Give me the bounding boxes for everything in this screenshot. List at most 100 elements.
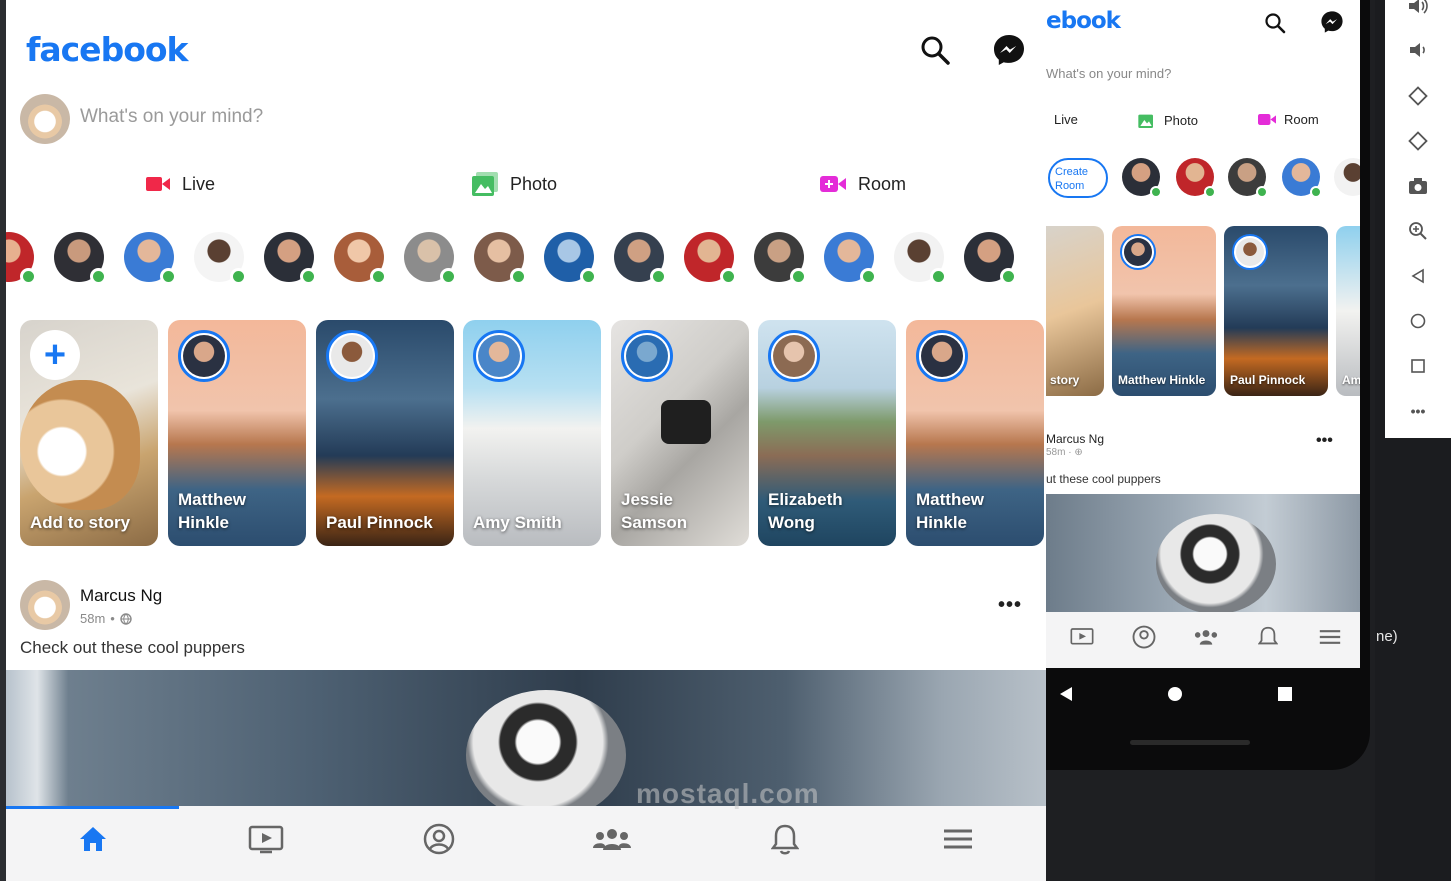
story-name: Add to story — [30, 513, 131, 532]
story-card[interactable]: Matthew Hinkle — [1112, 226, 1216, 396]
story-card[interactable]: Jessie Samson — [611, 320, 749, 546]
room-button[interactable]: Room — [820, 164, 906, 204]
online-friend-avatar[interactable] — [474, 232, 527, 285]
story-name: Matthew Hinkle — [178, 490, 246, 532]
tab-menu[interactable] — [871, 809, 1044, 869]
back-button[interactable] — [1404, 262, 1432, 290]
online-indicator — [1000, 268, 1017, 285]
messenger-icon[interactable] — [1320, 10, 1344, 34]
app-header: facebook — [6, 0, 1046, 94]
story-card[interactable]: Paul Pinnock — [316, 320, 454, 546]
online-friend-avatar[interactable] — [684, 232, 737, 285]
android-home-button[interactable] — [1161, 680, 1189, 708]
volume-up-button[interactable] — [1404, 0, 1432, 20]
online-friend-avatar[interactable] — [754, 232, 807, 285]
watch-icon — [248, 825, 283, 854]
home-button[interactable] — [1404, 307, 1432, 335]
online-friend-avatar[interactable] — [124, 232, 177, 285]
author-avatar[interactable] — [20, 580, 70, 630]
photo-button[interactable]: Photo — [1138, 112, 1198, 128]
online-friend-avatar[interactable] — [1228, 158, 1268, 198]
user-avatar[interactable] — [20, 94, 70, 144]
tab-home[interactable] — [6, 809, 179, 869]
online-friend-avatar[interactable] — [1122, 158, 1162, 198]
online-friend-avatar[interactable] — [264, 232, 317, 285]
story-add[interactable]: + Add to story — [20, 320, 158, 546]
online-indicator — [580, 268, 597, 285]
create-room-button[interactable]: Create Room — [1048, 158, 1108, 198]
online-friend-avatar[interactable] — [404, 232, 457, 285]
screenshot-button[interactable] — [1404, 172, 1432, 200]
back-triangle-icon — [1060, 687, 1072, 701]
add-story-plus-icon[interactable]: + — [30, 330, 80, 380]
zoom-button[interactable] — [1404, 217, 1432, 245]
room-label: Room — [1284, 112, 1319, 127]
composer-input[interactable]: What's on your mind? — [1046, 66, 1171, 81]
online-friend-avatar[interactable] — [1176, 158, 1216, 198]
android-back-button[interactable] — [1052, 680, 1080, 708]
android-recents-button[interactable] — [1271, 680, 1299, 708]
post-text: ut these cool puppers — [1046, 472, 1161, 486]
online-friend-avatar[interactable] — [614, 232, 667, 285]
tab-watch[interactable] — [179, 809, 352, 869]
puppy-photo — [466, 690, 626, 806]
story-card[interactable]: Amy Smith — [463, 320, 601, 546]
tab-notifications[interactable] — [698, 809, 871, 869]
tab-profile[interactable] — [1124, 622, 1164, 652]
online-friend-avatar[interactable] — [6, 232, 37, 285]
online-friend-avatar[interactable] — [1282, 158, 1322, 198]
phone-emulator: ebook What's on your mind? Live Photo Ro… — [1046, 0, 1370, 770]
rotate-right-button[interactable] — [1404, 127, 1432, 155]
volume-down-button[interactable] — [1404, 36, 1432, 64]
story-avatar — [1120, 234, 1156, 270]
more-options-icon[interactable]: ••• — [1316, 432, 1333, 450]
rotate-left-button[interactable] — [1404, 82, 1432, 110]
story-card[interactable]: Matthew Hinkle — [168, 320, 306, 546]
story-card[interactable]: story — [1046, 226, 1104, 396]
tab-watch[interactable] — [1062, 622, 1102, 652]
post-photo[interactable] — [1046, 494, 1360, 612]
photo-label: Photo — [1164, 112, 1198, 128]
story-name: Paul Pinnock — [1230, 373, 1306, 387]
tab-menu[interactable] — [1310, 622, 1350, 652]
online-friend-avatar[interactable] — [824, 232, 877, 285]
story-card[interactable]: Matthew Hinkle — [906, 320, 1044, 546]
search-icon[interactable] — [1264, 12, 1286, 34]
tab-groups[interactable] — [1186, 622, 1226, 652]
story-card[interactable]: Am — [1336, 226, 1360, 396]
overview-button[interactable] — [1404, 352, 1432, 380]
online-friend-avatar[interactable] — [1334, 158, 1360, 196]
composer-input[interactable]: What's on your mind? — [80, 106, 263, 128]
camera-photo — [661, 400, 711, 444]
live-button[interactable]: Live — [1054, 112, 1078, 127]
online-friend-avatar[interactable] — [544, 232, 597, 285]
post-author[interactable]: Marcus Ng — [1046, 432, 1104, 446]
room-button[interactable]: Room — [1258, 112, 1319, 127]
more-options-icon[interactable]: ••• — [1404, 397, 1432, 425]
online-friend-avatar[interactable] — [194, 232, 247, 285]
post-photo[interactable] — [6, 670, 1046, 806]
groups-icon — [592, 829, 631, 850]
phone-screen: ebook What's on your mind? Live Photo Ro… — [1046, 0, 1360, 668]
story-card[interactable]: Elizabeth Wong — [758, 320, 896, 546]
tab-groups[interactable] — [525, 809, 698, 869]
search-button[interactable] — [918, 33, 952, 67]
online-friend-avatar[interactable] — [894, 232, 947, 285]
more-options-icon[interactable]: ••• — [998, 594, 1022, 617]
messenger-button[interactable] — [992, 33, 1026, 67]
online-friend-avatar[interactable] — [54, 232, 107, 285]
live-button[interactable]: Live — [146, 164, 215, 204]
online-friend-avatar[interactable] — [964, 232, 1017, 285]
story-card[interactable]: Paul Pinnock — [1224, 226, 1328, 396]
post-author[interactable]: Marcus Ng — [80, 586, 162, 606]
story-name: Paul Pinnock — [326, 513, 433, 532]
story-avatar — [768, 330, 820, 382]
online-friend-avatar[interactable] — [334, 232, 387, 285]
photo-icon — [1138, 114, 1153, 128]
online-indicator — [510, 268, 527, 285]
back-triangle-icon — [1411, 268, 1424, 284]
tab-notifications[interactable] — [1248, 622, 1288, 652]
photo-button[interactable]: Photo — [472, 164, 557, 204]
story-avatar — [326, 330, 378, 382]
tab-profile[interactable] — [352, 809, 525, 869]
